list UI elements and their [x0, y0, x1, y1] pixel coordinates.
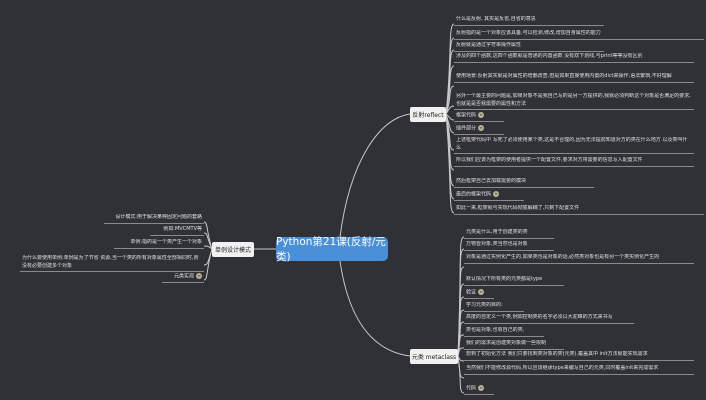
attachment-icon[interactable]: ≡ — [478, 289, 485, 295]
metaclass-item-7[interactable]: 高度的自定义一个类,例如控制类的名字必须以大驼峰的方式来书写 — [464, 314, 634, 324]
reflect-item-7[interactable]: 框架代码 ≡ — [454, 112, 504, 122]
reflect-item-1[interactable]: 什么是反射, 其实是反省,自省的意思 — [454, 16, 604, 26]
attachment-icon[interactable]: ≡ — [478, 125, 485, 131]
metaclass-item-9[interactable]: 我们的需求是创建类对象做一些限制 — [464, 340, 564, 350]
reflect-item-10[interactable]: 所以我们应该为框架的使用者提供一个配置文件,要求对方将需要的信息写入配置文件 — [454, 157, 694, 167]
reflect-item-3[interactable]: 反射就是通过字符串操作属性 — [454, 42, 604, 52]
attachment-icon[interactable]: ≡ — [493, 191, 500, 197]
central-topic[interactable]: Python第21课(反射/元类) — [276, 236, 388, 263]
link-central-metaclass — [339, 260, 411, 357]
reflect-item-2[interactable]: 反射指的是一个对象应该具备,可以检测,修改,增加自身属性的能力 — [454, 30, 704, 40]
metaclass-item-8[interactable]: 类也是对象,也有自己的类, — [464, 327, 544, 337]
attachment-icon[interactable]: ≡ — [478, 112, 485, 118]
reflect-item-13[interactable]: 如此一来,框架就与实现代码彻底解耦了,只剩下配置文件 — [454, 205, 704, 215]
branch-singleton[interactable]: 单例设计模式 — [212, 242, 254, 257]
metaclass-item-4[interactable]: 默认情况下所有类的元类都是type — [464, 276, 564, 286]
reflect-item-7-label: 框架代码 — [456, 112, 477, 119]
attachment-icon[interactable]: ≡ — [196, 273, 202, 279]
metaclass-item-6[interactable]: 学习元类的目的: — [464, 302, 524, 312]
metaclass-item-1[interactable]: 元类是什么,用于创建类的类 — [464, 229, 554, 239]
reflect-item-5[interactable]: 使用场景:反射其实就是对属性的增删改查,但是如果直接使用内置的dict来操作,语… — [454, 73, 694, 83]
reflect-item-8-label: 插件部分 — [456, 125, 477, 132]
link-central-reflect — [339, 113, 411, 238]
metaclass-item-5-label: 验证 — [466, 289, 477, 296]
metaclass-item-11[interactable]: 当然我们不能修改源代码,所以应该继承type来编写自己的元类,同时覆盖init来… — [464, 365, 694, 375]
singleton-item-2[interactable]: 例如:MVCMTV等 — [150, 226, 204, 236]
singleton-links — [203, 221, 213, 281]
singleton-item-5[interactable]: 元类实现 ≡ — [162, 273, 204, 283]
metaclass-item-10[interactable]: 想到了初始化方法 我们只要找到类对象的类(元类),覆盖其中 init方法就能实现… — [464, 351, 694, 361]
reflect-item-8[interactable]: 插件部分 ≡ — [454, 125, 504, 135]
reflect-item-12[interactable]: 最后的框架代码 ≡ — [454, 191, 524, 201]
reflect-item-9[interactable]: 上述框架代码中 写死了必须使用某个类,这是不合理的,因为无法提前知道对方的类在什… — [454, 137, 694, 154]
branch-reflect[interactable]: 反射reflect — [410, 107, 446, 122]
singleton-item-1[interactable]: 设计模式:用于解决某种固定问题的套路 — [104, 214, 204, 224]
reflect-item-12-label: 最后的框架代码 — [456, 191, 492, 198]
attachment-icon[interactable]: ≡ — [478, 385, 485, 391]
singleton-item-3[interactable]: 单例:指的是一个类产生一个对象 — [114, 239, 204, 249]
singleton-item-5-label: 元类实现 — [173, 273, 194, 280]
metaclass-item-5[interactable]: 验证 ≡ — [464, 289, 494, 299]
metaclass-item-3[interactable]: 对象是通过实例化产生的,如果类也是对象的话,必然类对象也是有另一个类实例化产生的 — [464, 254, 694, 264]
reflect-links — [445, 23, 455, 214]
branch-metaclass[interactable]: 元类 metaclass — [410, 349, 458, 364]
singleton-item-4[interactable]: 为什么要使用单例:单例是为了节省 资源,当一个类的所有对象属性全部相同时,则没有… — [20, 255, 204, 272]
metaclass-item-12-label: 代码 — [466, 385, 477, 392]
reflect-item-4[interactable]: 涉及的四个函数,这四个函数就是普通的内置函数 没有双下划线,与print等等没有… — [454, 53, 694, 63]
reflect-item-11[interactable]: 然后框架自己去加载需要的模块 — [454, 178, 594, 188]
metaclass-item-12[interactable]: 代码 ≡ — [464, 385, 494, 395]
reflect-item-6[interactable]: 另外一个最主要的问题是,如果对象不是我自己写的是另一方提供的,我就必须判断这个对… — [454, 93, 694, 110]
metaclass-item-2[interactable]: 万物皆对象,类当然也是对象 — [464, 241, 554, 251]
